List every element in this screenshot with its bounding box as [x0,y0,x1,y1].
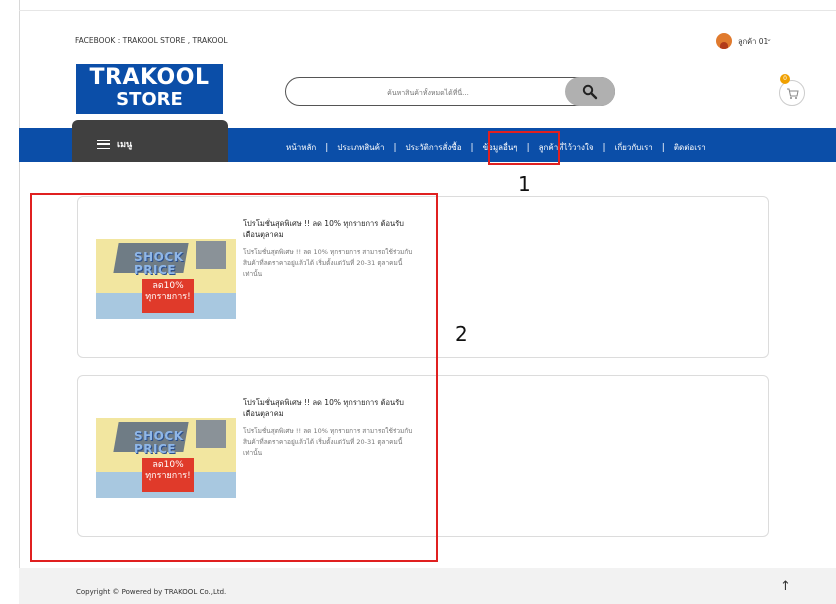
nav-separator: | [602,142,606,153]
nav-separator: | [661,142,665,153]
user-avatar[interactable] [716,33,732,49]
annotation-label-2: 2 [455,322,468,346]
nav-contact[interactable]: ติดต่อเรา [674,141,706,154]
hamburger-icon [97,140,110,149]
nav-home[interactable]: หน้าหลัก [286,141,316,154]
nav-separator: | [393,142,397,153]
search-button[interactable] [565,77,615,106]
footer [19,568,836,604]
logo-line1: TRAKOOL [89,65,210,90]
search-input[interactable] [296,83,560,102]
top-divider [19,10,836,11]
search-icon [582,84,598,100]
cart-icon [787,88,799,99]
back-to-top-icon[interactable]: ↑ [780,579,791,594]
annotation-label-1: 1 [518,172,531,196]
nav-separator: | [325,142,329,153]
cart-button[interactable] [779,80,805,106]
annotation-box-1 [488,131,560,165]
annotation-box-2 [30,193,438,562]
nav-separator: | [470,142,474,153]
nav-categories[interactable]: ประเภทสินค้า [337,141,384,154]
store-logo[interactable]: TRAKOOL STORE [76,64,223,114]
page-frame-border [19,0,20,604]
nav-about[interactable]: เกี่ยวกับเรา [615,141,653,154]
menu-button[interactable]: เมนู [72,120,228,162]
logo-line2: STORE [116,89,183,110]
nav-order-history[interactable]: ประวัติการสั่งซื้อ [406,141,462,154]
search-bar [285,77,615,106]
social-links-text[interactable]: FACEBOOK : TRAKOOL STORE , TRAKOOL [75,36,228,45]
menu-label: เมนู [117,140,133,150]
chevron-down-icon[interactable]: ⌄ [766,35,772,43]
user-name[interactable]: ลูกค้า 01 [738,36,768,48]
copyright-text: Copyright © Powered by TRAKOOL Co.,Ltd. [76,588,227,596]
cart-count-badge: 0 [780,74,790,84]
